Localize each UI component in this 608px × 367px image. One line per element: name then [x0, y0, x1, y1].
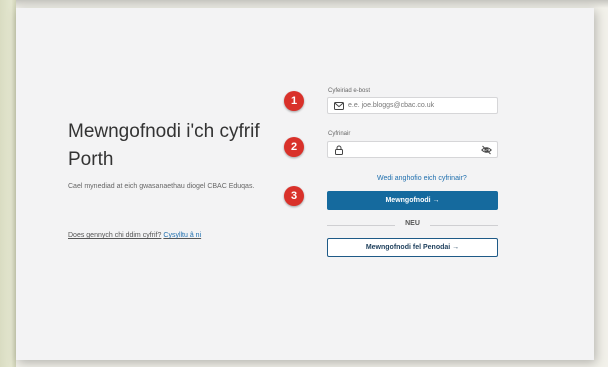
signup-prompt: Does gennych chi ddim cyfrif? Cysylltu â …: [68, 232, 201, 239]
eye-slash-icon[interactable]: [481, 145, 492, 155]
no-account-text: Does gennych chi ddim cyfrif?: [68, 232, 162, 239]
envelope-icon: [334, 102, 344, 110]
or-divider: NEU: [327, 220, 498, 230]
email-label: Cyfeiriad e-bost: [328, 88, 371, 94]
step-badge-2: 2: [284, 137, 304, 157]
appointee-login-button[interactable]: Mewngofnodi fel Penodai →: [327, 238, 498, 257]
page-title: Mewngofnodi i'ch cyfrif Porth: [68, 121, 260, 170]
email-placeholder: e.e. joe.bloggs@cbac.co.uk: [348, 102, 435, 109]
login-page: Mewngofnodi i'ch cyfrif Porth Cael myned…: [16, 8, 594, 360]
lock-icon: [335, 145, 343, 155]
login-button[interactable]: Mewngofnodi →: [327, 191, 498, 210]
background-strip: [0, 0, 16, 367]
forgot-password-link[interactable]: Wedi anghofio eich cyfrinair?: [377, 175, 467, 182]
password-label: Cyfrinair: [328, 131, 351, 137]
step-badge-1: 1: [284, 91, 304, 111]
step-badge-3: 3: [284, 186, 304, 206]
top-shadow: [16, 0, 608, 8]
email-field[interactable]: e.e. joe.bloggs@cbac.co.uk: [327, 97, 498, 114]
page-subtitle: Cael mynediad at eich gwasanaethau dioge…: [68, 183, 255, 190]
signup-link[interactable]: Cysylltu â ni: [163, 232, 201, 239]
divider-line-right: [430, 225, 498, 226]
password-field[interactable]: [327, 141, 498, 158]
